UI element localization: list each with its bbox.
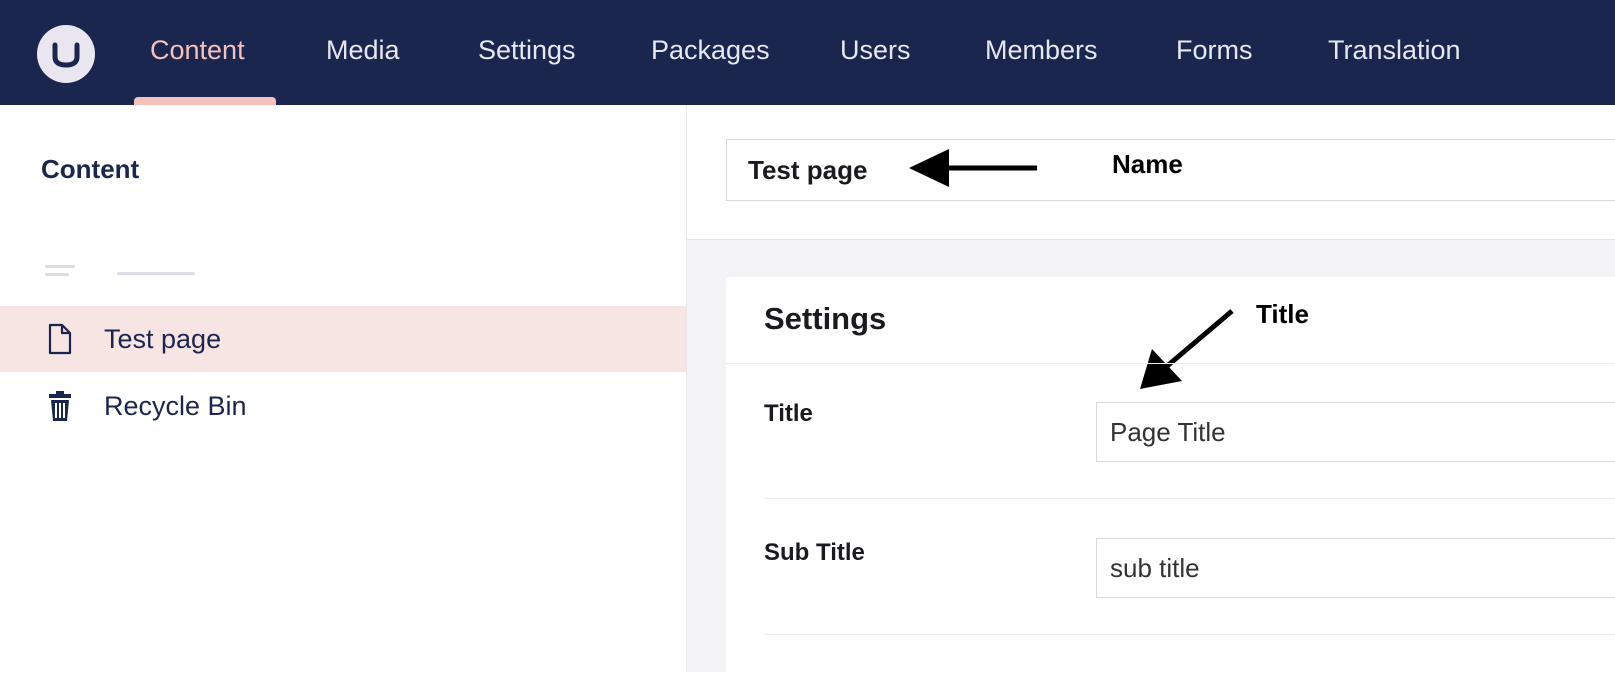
title-input[interactable]: Page Title: [1096, 402, 1615, 462]
document-icon: [48, 323, 72, 355]
property-label-title: Title: [764, 400, 813, 427]
nav-content[interactable]: Content: [150, 30, 245, 70]
title-input-value: Page Title: [1110, 417, 1226, 447]
group-title: Settings: [764, 301, 887, 336]
tree-item-test-page[interactable]: Test page: [0, 306, 686, 372]
nav-settings[interactable]: Settings: [478, 30, 576, 70]
nav-packages[interactable]: Packages: [651, 30, 770, 70]
tree-item-label: Test page: [104, 324, 222, 354]
arrow-left-icon: [909, 149, 1037, 187]
tree-item-label: Recycle Bin: [104, 391, 247, 421]
divider: [764, 498, 1615, 499]
annotation-name: Name: [1112, 149, 1183, 179]
settings-group: Settings Title Title Page Title Sub Titl…: [726, 277, 1615, 697]
annotation-title: Title: [1256, 299, 1309, 329]
nav-forms[interactable]: Forms: [1176, 30, 1253, 70]
sub-title-input[interactable]: sub title: [1096, 538, 1615, 598]
nav-users[interactable]: Users: [840, 30, 911, 70]
node-name-value: Test page: [748, 155, 868, 185]
blurred-tree-item: [45, 263, 195, 277]
top-navigation: Content Media Settings Packages Users Me…: [0, 0, 1615, 105]
nav-translation[interactable]: Translation: [1328, 30, 1461, 70]
arrow-down-left-icon: [1140, 309, 1234, 389]
content-editor: Test page Name Settings Title Title Page…: [687, 105, 1615, 697]
divider: [764, 634, 1615, 635]
property-label-sub-title: Sub Title: [764, 539, 865, 566]
editor-header: Test page Name: [687, 105, 1615, 240]
nav-members[interactable]: Members: [985, 30, 1098, 70]
active-section-indicator: [134, 97, 276, 105]
nav-media[interactable]: Media: [326, 30, 400, 70]
trash-icon: [49, 391, 71, 421]
sub-title-input-value: sub title: [1110, 553, 1200, 583]
tree-item-recycle-bin[interactable]: Recycle Bin: [0, 373, 686, 439]
divider: [726, 363, 1615, 364]
content-tree: Content Test page Recycle Bin: [0, 105, 687, 672]
tree-heading: Content: [41, 154, 140, 184]
umbraco-logo-icon[interactable]: [37, 25, 95, 83]
